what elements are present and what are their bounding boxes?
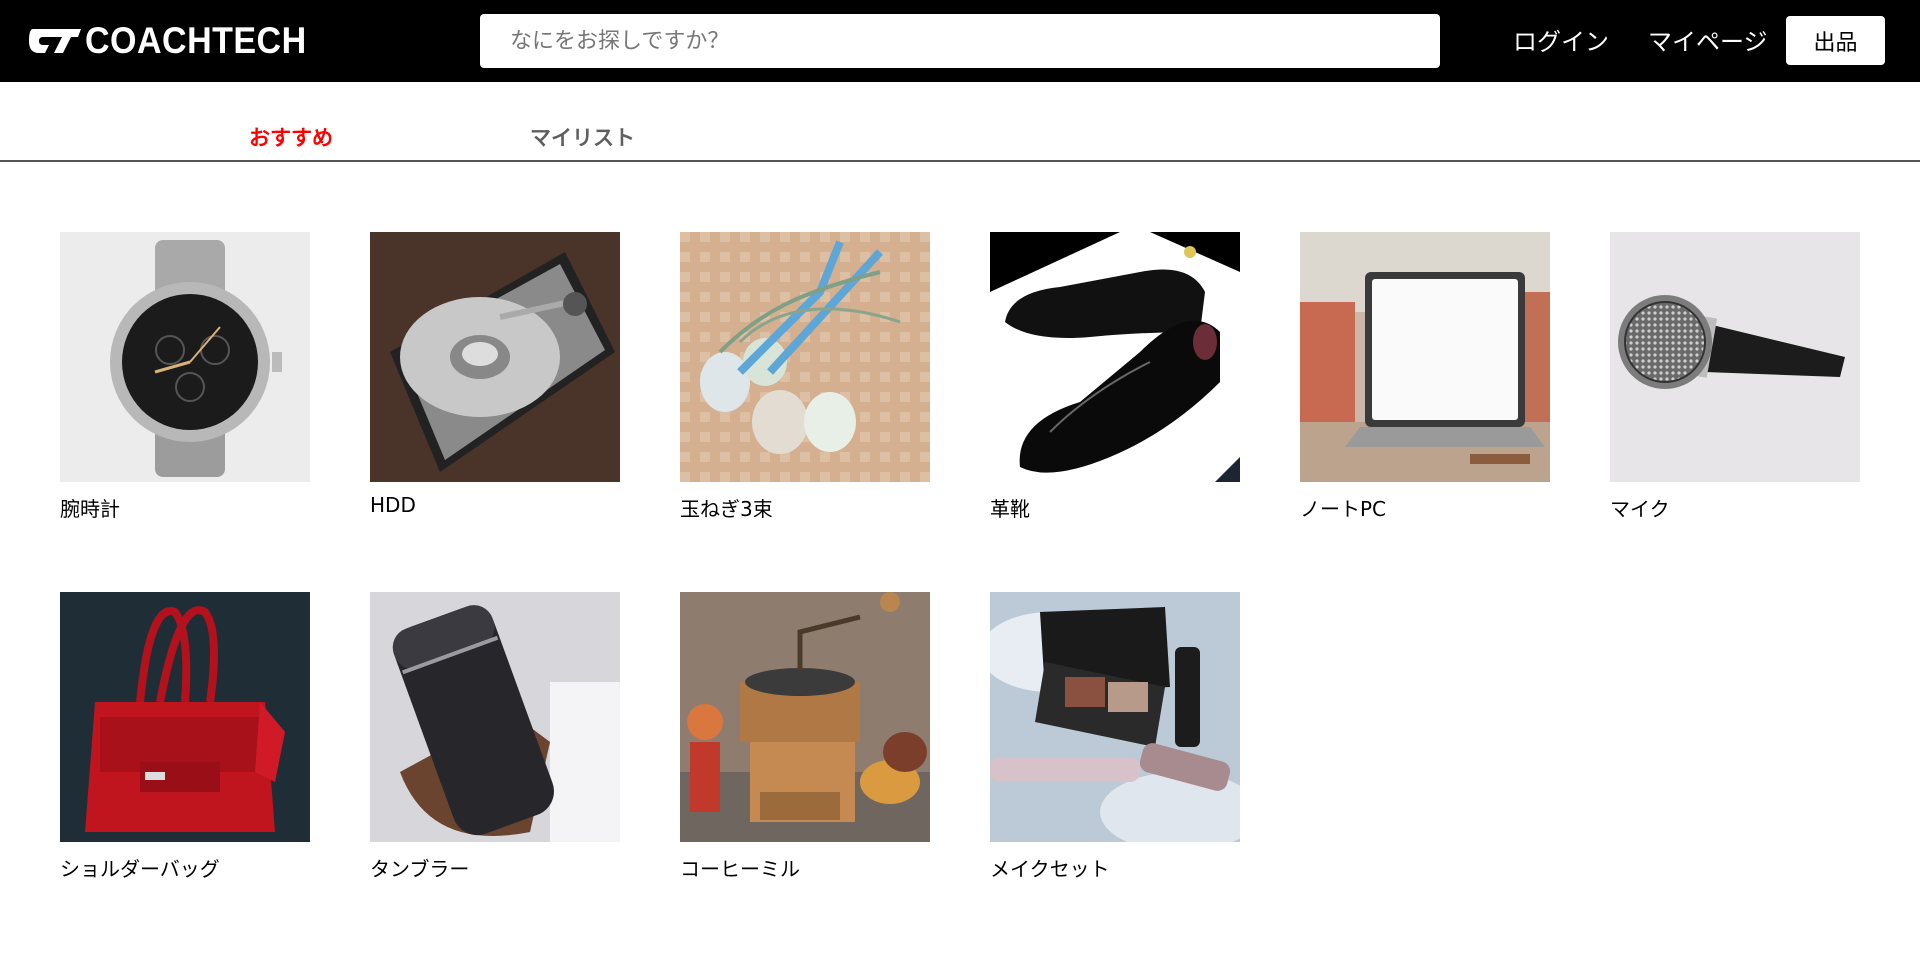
logo[interactable]: COACHTECH [29,20,326,61]
tab-mylist[interactable]: マイリスト [530,122,635,152]
leather-shoes-image [990,232,1240,482]
sell-button[interactable]: 出品 [1786,16,1885,65]
coffee-mill-image [680,592,930,842]
product-name: メイクセット [990,857,1110,881]
product-card[interactable]: 腕時計 [60,232,310,522]
product-card[interactable]: メイクセット [990,592,1240,882]
product-name: 玉ねぎ3束 [680,497,773,521]
product-name: HDD [370,493,416,517]
wristwatch-image [60,232,310,482]
product-card[interactable]: 玉ねぎ3束 [680,232,930,522]
site-header: COACHTECH ログイン マイページ 出品 [0,0,1920,82]
login-link[interactable]: ログイン [1513,22,1609,57]
tab-recommend[interactable]: おすすめ [249,122,333,152]
product-card[interactable]: HDD [370,232,620,517]
product-name: ショルダーバッグ [60,857,220,881]
product-name: コーヒーミル [680,857,800,881]
tab-bar: おすすめ マイリスト [0,82,1920,162]
onions-image [680,232,930,482]
product-name: 革靴 [990,497,1030,521]
product-card[interactable]: ノートPC [1300,232,1550,522]
product-name: ノートPC [1300,497,1387,521]
product-card[interactable]: コーヒーミル [680,592,930,882]
makeup-set-image [990,592,1240,842]
product-card[interactable]: ショルダーバッグ [60,592,310,882]
hard-disk-image [370,232,620,482]
product-card[interactable]: タンブラー [370,592,620,882]
microphone-image [1610,232,1860,482]
product-name: 腕時計 [60,497,120,521]
product-card[interactable]: 革靴 [990,232,1240,522]
tumbler-image [370,592,620,842]
search-input[interactable] [480,14,1440,68]
logo-text: COACHTECH [85,20,307,61]
product-name: マイク [1610,497,1670,521]
product-name: タンブラー [370,857,470,881]
logo-ct-icon [29,29,81,53]
shoulder-bag-image [60,592,310,842]
laptop-image [1300,232,1550,482]
mypage-link[interactable]: マイページ [1648,22,1768,57]
product-card[interactable]: マイク [1610,232,1860,522]
search-box[interactable] [480,14,1440,68]
